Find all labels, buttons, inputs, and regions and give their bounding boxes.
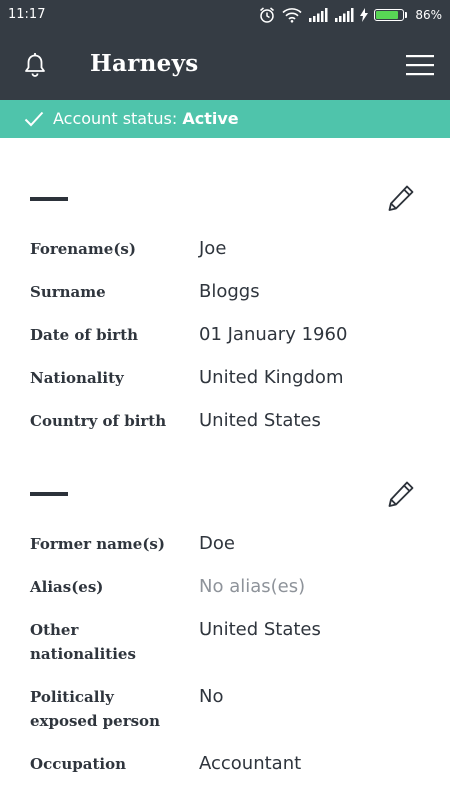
- signal-icon: [308, 8, 328, 22]
- status-bar: 11:17 86%: [0, 0, 450, 30]
- field-value: Joe: [199, 238, 227, 259]
- section-divider: [30, 197, 68, 201]
- field-value: No: [199, 686, 224, 707]
- field-value: 01 January 1960: [199, 324, 348, 345]
- field-label: Other nationalities: [30, 621, 136, 663]
- edit-pencil-icon[interactable]: [386, 183, 416, 217]
- field-value: United Kingdom: [199, 367, 344, 388]
- signal-icon: [334, 8, 354, 22]
- bell-icon[interactable]: [20, 50, 50, 84]
- menu-icon[interactable]: [406, 54, 434, 80]
- field-label: Country of birth: [30, 412, 167, 430]
- status-icons: 86%: [258, 6, 442, 24]
- battery-icon: [374, 9, 408, 21]
- status-time: 11:17: [8, 7, 46, 22]
- field-value: No alias(es): [199, 576, 306, 597]
- app-bar: Harneys: [0, 30, 450, 100]
- account-status-text: Account status: Active: [53, 109, 239, 128]
- section-divider: [30, 492, 68, 496]
- field-value: Bloggs: [199, 281, 260, 302]
- wifi-icon: [282, 7, 302, 23]
- field-label: Former name(s): [30, 535, 165, 553]
- app-title: Harneys: [90, 50, 199, 77]
- field-label: Surname: [30, 283, 106, 301]
- battery-percent: 86%: [415, 8, 442, 22]
- account-status-value: Active: [182, 109, 239, 128]
- field-value: Accountant: [199, 753, 302, 774]
- account-status-label: Account status:: [53, 109, 183, 128]
- check-icon: [24, 110, 44, 132]
- field-value: United States: [199, 619, 321, 640]
- field-label: Alias(es): [30, 578, 104, 596]
- field-label: Nationality: [30, 369, 124, 387]
- field-label: Politically exposed person: [30, 688, 160, 730]
- edit-pencil-icon[interactable]: [386, 479, 416, 513]
- field-value: United States: [199, 410, 321, 431]
- field-label: Forename(s): [30, 240, 136, 258]
- field-label: Date of birth: [30, 326, 139, 344]
- field-value: Doe: [199, 533, 235, 554]
- account-status-banner: Account status: Active: [0, 100, 450, 138]
- field-label: Occupation: [30, 755, 126, 773]
- alarm-icon: [258, 6, 276, 24]
- charging-icon: [360, 8, 369, 22]
